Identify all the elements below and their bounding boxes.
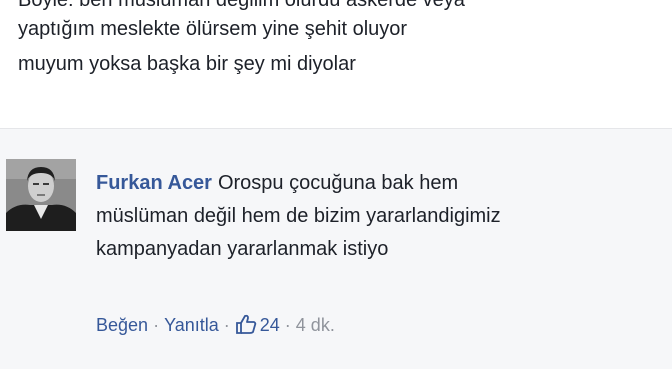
comment-timestamp[interactable]: 4 dk. — [296, 315, 335, 335]
like-count-button[interactable]: 24 — [235, 314, 280, 335]
post-text-block: Böyle: ben müslüman değilim ölurdu asker… — [0, 0, 672, 128]
reply-link[interactable]: Yanıtla — [164, 315, 219, 335]
like-link[interactable]: Beğen — [96, 315, 148, 335]
separator-dot: · — [223, 315, 230, 335]
post-text-line: yaptığım meslekte ölürsem yine şehit olu… — [18, 18, 408, 40]
comment-body: Furkan Acer Orospu çocuğuna bak hem müslü… — [96, 171, 672, 270]
avatar-photo — [6, 159, 76, 231]
comment-text: kampanyadan yararlanmak istiyo — [96, 238, 389, 260]
comment-actions: Beğen · Yanıtla · 24 · 4 dk. — [96, 313, 335, 337]
post-text-line: muyum yoksa başka bir şey mi diyolar — [18, 53, 356, 75]
comment-author-link[interactable]: Furkan Acer — [96, 172, 212, 194]
comment: Furkan Acer Orospu çocuğuna bak hem müslü… — [0, 128, 672, 379]
like-count: 24 — [259, 315, 280, 335]
comment-text: müslüman değil hem de bizim yararlandigi… — [96, 205, 501, 227]
comment-line-first: Furkan Acer Orospu çocuğuna bak hem — [96, 171, 672, 204]
separator-dot: · — [153, 315, 160, 335]
post-text-line: Böyle: ben müslüman değilim ölurdu asker… — [18, 0, 465, 11]
thumbs-up-icon — [235, 314, 256, 334]
comment-text: Orospu çocuğuna bak hem — [217, 172, 459, 194]
separator-dot: · — [284, 315, 291, 335]
avatar[interactable] — [6, 159, 76, 231]
